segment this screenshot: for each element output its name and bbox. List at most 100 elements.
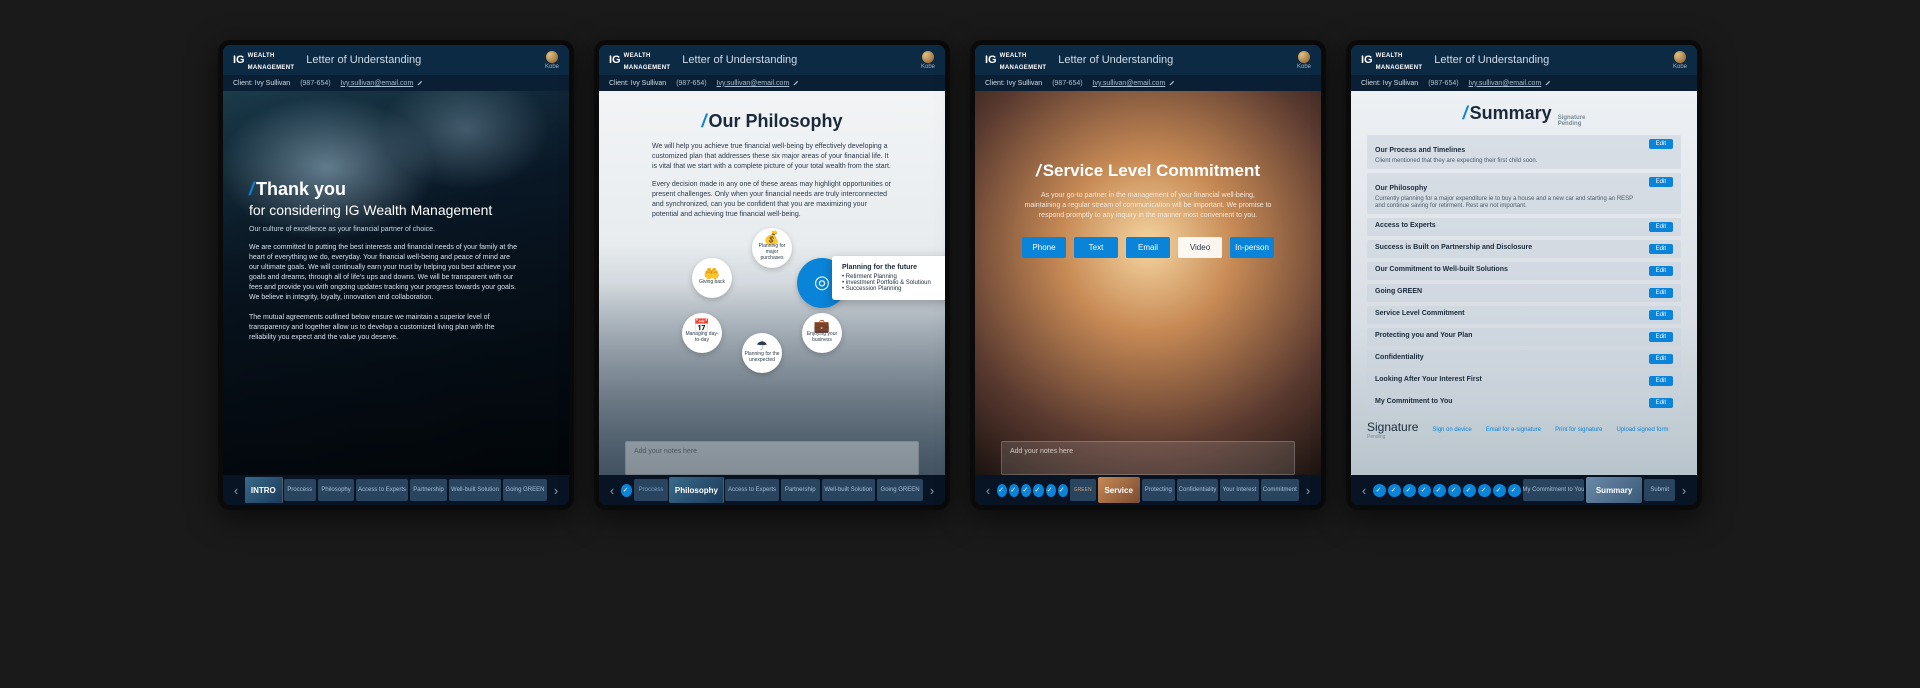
nav-step[interactable]: ✓ <box>1373 484 1386 497</box>
edit-button[interactable]: Edit <box>1649 288 1673 298</box>
edit-button[interactable]: Edit <box>1649 266 1673 276</box>
sign-on-device-link[interactable]: Sign on device <box>1432 427 1471 433</box>
nav-tab-partnership[interactable]: Partnership <box>781 479 820 501</box>
tablet-philosophy: IG WEALTHMANAGEMENT Letter of Understand… <box>594 40 950 510</box>
nav-step-2[interactable]: ✓ <box>1009 484 1019 497</box>
nav-step-3[interactable]: ✓ <box>1021 484 1031 497</box>
chip-phone[interactable]: Phone <box>1022 237 1066 258</box>
nav-step[interactable]: ✓ <box>1478 484 1491 497</box>
edit-button[interactable]: Edit <box>1649 398 1673 408</box>
nav-step[interactable]: ✓ <box>1433 484 1446 497</box>
nav-prev-button[interactable]: ‹ <box>981 483 995 498</box>
nav-step[interactable]: ✓ <box>1493 484 1506 497</box>
client-id: (987-654) <box>1428 80 1458 87</box>
user-menu[interactable]: Kobe <box>921 51 935 70</box>
client-email[interactable]: Ivy.sullivan@email.com <box>717 80 800 87</box>
print-sign-link[interactable]: Print for signature <box>1555 427 1602 433</box>
user-menu[interactable]: Kobe <box>1297 51 1311 70</box>
nav-tab-partnership[interactable]: Partnership <box>410 479 447 501</box>
chip-inperson[interactable]: In-person <box>1230 237 1274 258</box>
summary-row: Our Commitment to Well-built SolutionsEd… <box>1367 262 1681 280</box>
nav-tab-intro[interactable]: INTRO <box>245 477 282 503</box>
nav-step-1[interactable]: ✓ <box>621 484 632 497</box>
node-purchases[interactable]: 💰Planning for major purchases <box>752 228 792 268</box>
nav-step[interactable]: ✓ <box>1403 484 1416 497</box>
nav-step-1[interactable]: ✓ <box>997 484 1007 497</box>
nav-tab-experts[interactable]: Access to Experts <box>725 479 779 501</box>
edit-button[interactable]: Edit <box>1649 177 1673 187</box>
nav-tab-green[interactable]: Going GREEN <box>503 479 547 501</box>
nav-tab-summary[interactable]: Summary <box>1586 477 1642 503</box>
nav-step-4[interactable]: ✓ <box>1033 484 1043 497</box>
nav-tab-commitment[interactable]: My Commitment to You <box>1523 479 1584 501</box>
nav-prev-button[interactable]: ‹ <box>229 483 243 498</box>
email-esign-link[interactable]: Email for e-signature <box>1486 427 1541 433</box>
nav-green-label[interactable]: GREEN <box>1070 479 1096 501</box>
node-unexpected[interactable]: ☂Planning for the unexpected <box>742 333 782 373</box>
client-name: Client: Ivy Sullivan <box>233 80 290 87</box>
page-body: /Summary SignaturePending Our Process an… <box>1351 91 1697 475</box>
signature-actions: Signature Pending Sign on device Email f… <box>1367 420 1681 440</box>
edit-button[interactable]: Edit <box>1649 222 1673 232</box>
edit-button[interactable]: Edit <box>1649 310 1673 320</box>
nav-step[interactable]: ✓ <box>1463 484 1476 497</box>
user-menu[interactable]: Kobe <box>545 51 559 70</box>
bottom-nav: ‹ ✓ ✓ ✓ ✓ ✓ ✓ ✓ ✓ ✓ ✓ My Commitment to Y… <box>1351 475 1697 505</box>
edit-button[interactable]: Edit <box>1649 376 1673 386</box>
nav-tab-experts[interactable]: Access to Experts <box>356 479 408 501</box>
nav-tab-commitment[interactable]: Commitment <box>1261 479 1300 501</box>
edit-button[interactable]: Edit <box>1649 354 1673 364</box>
nav-tab-service[interactable]: Service <box>1098 477 1140 503</box>
edit-button[interactable]: Edit <box>1649 139 1673 149</box>
client-email[interactable]: Ivy.sullivan@email.com <box>1093 80 1176 87</box>
nav-step-5[interactable]: ✓ <box>1046 484 1056 497</box>
nav-prev-button[interactable]: ‹ <box>1357 483 1371 498</box>
nav-tab-philosophy[interactable]: Philosophy <box>670 477 723 503</box>
nav-step[interactable]: ✓ <box>1448 484 1461 497</box>
nav-tab-confidentiality[interactable]: Confidentiality <box>1177 479 1218 501</box>
nav-next-button[interactable]: › <box>1677 483 1691 498</box>
notes-input[interactable]: Add your notes here <box>1001 441 1295 475</box>
bottom-nav: ‹ ✓ Proccess Philosophy Access to Expert… <box>599 475 945 505</box>
nav-tab-green[interactable]: Going GREEN <box>877 479 923 501</box>
notes-input[interactable]: Add your notes here <box>625 441 919 475</box>
edit-button[interactable]: Edit <box>1649 244 1673 254</box>
chip-text[interactable]: Text <box>1074 237 1118 258</box>
nav-next-button[interactable]: › <box>549 483 563 498</box>
node-day-to-day[interactable]: 📅Managing day-to-day <box>682 313 722 353</box>
nav-tab-protecting[interactable]: Protecting <box>1142 479 1175 501</box>
nav-tab-process[interactable]: Proccess <box>284 479 316 501</box>
client-email[interactable]: Ivy.sullivan@email.com <box>341 80 424 87</box>
edit-icon <box>1544 80 1551 87</box>
section-title: /Summary SignaturePending <box>1367 103 1681 127</box>
nav-next-button[interactable]: › <box>925 483 939 498</box>
client-email[interactable]: Ivy.sullivan@email.com <box>1469 80 1552 87</box>
node-giving-back[interactable]: 🤲Giving back <box>692 258 732 298</box>
nav-prev-button[interactable]: ‹ <box>605 483 619 498</box>
node-business[interactable]: 💼Enjoying your business <box>802 313 842 353</box>
chip-video[interactable]: Video <box>1178 237 1222 258</box>
nav-step-6[interactable]: ✓ <box>1058 484 1068 497</box>
nav-step[interactable]: ✓ <box>1508 484 1521 497</box>
user-menu[interactable]: Kobe <box>1673 51 1687 70</box>
edit-button[interactable]: Edit <box>1649 332 1673 342</box>
nav-tab-interest[interactable]: Your Interest <box>1220 479 1258 501</box>
bottom-nav: ‹ ✓ ✓ ✓ ✓ ✓ ✓ GREEN Service Protecting C… <box>975 475 1321 505</box>
nav-tab-solution[interactable]: Well-built Solution <box>449 479 501 501</box>
page-title: Letter of Understanding <box>306 54 421 66</box>
nav-tab-process[interactable]: Proccess <box>634 479 667 501</box>
nav-strip: ✓ ✓ ✓ ✓ ✓ ✓ GREEN Service Protecting Con… <box>997 477 1299 503</box>
upload-form-link[interactable]: Upload signed form <box>1616 427 1668 433</box>
nav-tab-solution[interactable]: Well-built Solution <box>822 479 876 501</box>
edit-icon <box>792 80 799 87</box>
summary-row: Protecting you and Your PlanEdit <box>1367 328 1681 346</box>
nav-step[interactable]: ✓ <box>1418 484 1431 497</box>
brand-logo: IG WEALTHMANAGEMENT <box>1361 48 1422 72</box>
nav-tab-philosophy[interactable]: Philosophy <box>318 479 354 501</box>
nav-step[interactable]: ✓ <box>1388 484 1401 497</box>
nav-next-button[interactable]: › <box>1301 483 1315 498</box>
avatar-icon <box>1674 51 1686 63</box>
chip-email[interactable]: Email <box>1126 237 1170 258</box>
nav-submit-button[interactable]: Submit <box>1644 479 1675 501</box>
tablet-service: IG WEALTHMANAGEMENT Letter of Understand… <box>970 40 1326 510</box>
